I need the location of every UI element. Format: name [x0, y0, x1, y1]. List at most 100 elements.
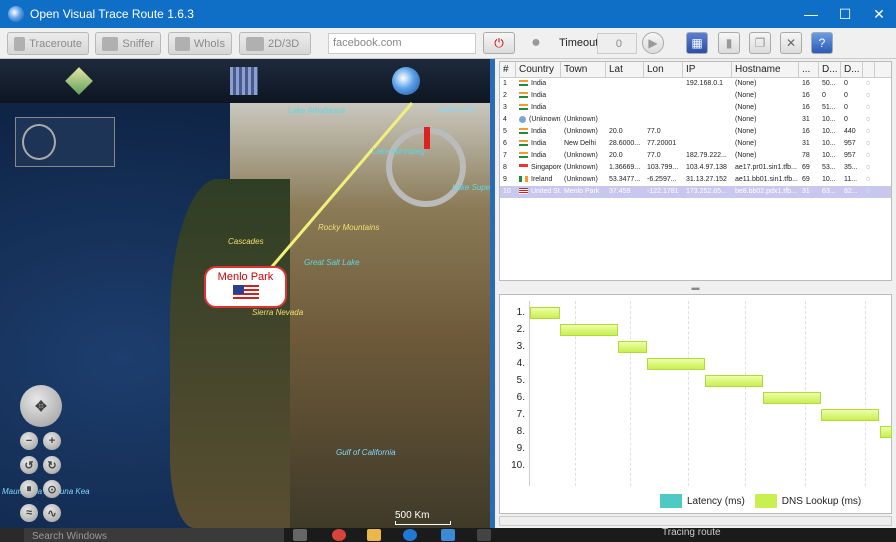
- horizontal-scrollbar[interactable]: [499, 516, 892, 526]
- column-header[interactable]: D...: [841, 62, 863, 77]
- traceroute-button[interactable]: Traceroute: [7, 32, 89, 55]
- sniffer-button[interactable]: Sniffer: [95, 32, 161, 55]
- clear-button[interactable]: ▮: [718, 32, 740, 54]
- info-icon[interactable]: ◌: [863, 186, 875, 198]
- timeout-spinner[interactable]: 0: [597, 33, 637, 54]
- table-row[interactable]: 7 India (Unknown) 20.0 77.0 182.79.222... (Non…: [500, 150, 891, 162]
- table-header: # Country Town Lat Lon IP Hostname... D... D...: [500, 62, 891, 78]
- table-row[interactable]: 1 India 192.168.0.1 (None) 16 50... 0 ◌: [500, 78, 891, 90]
- maximize-button[interactable]: ☐: [828, 0, 862, 28]
- start-button[interactable]: [0, 528, 24, 542]
- info-icon[interactable]: ◌: [863, 78, 875, 90]
- column-header[interactable]: Hostname: [732, 62, 799, 77]
- panel-splitter[interactable]: ▬: [499, 283, 892, 292]
- info-icon[interactable]: ◌: [863, 114, 875, 126]
- map-label: Gulf of California: [336, 448, 396, 457]
- map-view[interactable]: Lake Athabasca Lake Winnipeg Lake Supe G…: [0, 59, 490, 528]
- minimap[interactable]: [15, 117, 115, 167]
- column-header[interactable]: D...: [819, 62, 841, 77]
- table-cell: [683, 138, 732, 150]
- close-button[interactable]: ✕: [862, 0, 896, 28]
- map-label: Gulf of Ca: [438, 105, 475, 114]
- table-cell: [561, 102, 606, 114]
- table-cell: [561, 78, 606, 90]
- table-row[interactable]: 2 India (None) 16 0 0 ◌: [500, 90, 891, 102]
- table-row[interactable]: 6 India New Delhi 28.6000... 77.20001 (None) 3…: [500, 138, 891, 150]
- chrome-icon[interactable]: [332, 529, 346, 541]
- 2d-3d-toggle-button[interactable]: 2D/3D: [239, 32, 311, 55]
- column-header[interactable]: ...: [799, 62, 819, 77]
- info-icon[interactable]: ◌: [863, 162, 875, 174]
- rotate-left-button[interactable]: ↺: [20, 456, 38, 474]
- terminal-icon[interactable]: [477, 529, 491, 541]
- table-row[interactable]: 5 India (Unknown) 20.0 77.0 (None) 16 10... 440 ◌: [500, 126, 891, 138]
- column-header[interactable]: #: [500, 62, 516, 77]
- whois-icon: [175, 36, 190, 51]
- table-row[interactable]: 4 (Unknown) (Unknown) (None) 31 10... 0 ◌: [500, 114, 891, 126]
- rotate-left-icon: ↺: [24, 459, 34, 472]
- app-globe-icon: [8, 6, 24, 22]
- reset-button[interactable]: ⊙: [43, 480, 61, 498]
- table-cell: (None): [735, 128, 757, 135]
- route-table[interactable]: # Country Town Lat Lon IP Hostname... D... D... …: [499, 61, 892, 281]
- play-button[interactable]: ▶: [642, 32, 664, 54]
- map-label: Rocky Mountains: [318, 223, 380, 232]
- table-cell: Ireland: [516, 174, 561, 186]
- table-row[interactable]: 10 United St...Menlo Park 37.459 -122.1781 1…: [500, 186, 891, 198]
- folder-icon[interactable]: [367, 529, 381, 541]
- compass-icon[interactable]: [386, 127, 466, 207]
- app-icon[interactable]: [441, 529, 455, 541]
- minus-icon: −: [25, 435, 33, 447]
- title-bar: Open Visual Trace Route 1.6.3 — ☐ ✕: [0, 0, 896, 28]
- pan-control[interactable]: ✥: [20, 385, 62, 427]
- stop-power-button[interactable]: ⏻: [483, 32, 515, 54]
- timeout-label: Timeout: [559, 37, 599, 49]
- table-cell: [606, 90, 644, 102]
- table-cell: 0: [844, 104, 848, 111]
- task-view-icon[interactable]: [293, 529, 307, 541]
- url-input[interactable]: facebook.com: [328, 33, 476, 54]
- info-icon[interactable]: ◌: [863, 126, 875, 138]
- table-cell: 9: [503, 176, 507, 183]
- info-icon[interactable]: ◌: [863, 102, 875, 114]
- column-header[interactable]: Country: [516, 62, 561, 77]
- sg-flag-icon: [519, 164, 528, 171]
- flatten-button[interactable]: ≈: [20, 504, 38, 522]
- us-flag-icon: [232, 285, 259, 301]
- grid-line: [745, 301, 746, 486]
- chart-view-button[interactable]: ▦: [686, 32, 708, 54]
- chart-icon: ▦: [691, 36, 703, 50]
- country-text: United St...: [531, 188, 561, 195]
- column-header[interactable]: IP: [683, 62, 732, 77]
- table-row[interactable]: 3 India (None) 16 51... 0 ◌: [500, 102, 891, 114]
- info-icon[interactable]: ◌: [863, 138, 875, 150]
- minimize-button[interactable]: —: [794, 0, 828, 28]
- table-cell: 1: [503, 80, 507, 87]
- column-header[interactable]: [863, 62, 875, 77]
- table-row[interactable]: 8 Singapore (Unknown) 1.36669... 103.799... 1…: [500, 162, 891, 174]
- settings-button[interactable]: ✕: [780, 32, 802, 54]
- help-button[interactable]: ?: [811, 32, 833, 54]
- info-icon[interactable]: ◌: [863, 174, 875, 186]
- info-icon[interactable]: ◌: [863, 150, 875, 162]
- table-row[interactable]: 9 Ireland (Unknown) 53.3477... -6.2597... 31.…: [500, 174, 891, 186]
- country-text: India: [531, 128, 547, 135]
- menlo-park-marker[interactable]: Menlo Park: [204, 266, 287, 308]
- taskbar-search[interactable]: Search Windows: [24, 528, 284, 542]
- country-text: India: [531, 80, 547, 87]
- terrain-button[interactable]: ∿: [43, 504, 61, 522]
- whois-button[interactable]: WhoIs: [168, 32, 232, 55]
- rotate-right-button[interactable]: ↻: [43, 456, 61, 474]
- gantt-row-label: 6.: [516, 392, 525, 403]
- column-header[interactable]: Lat: [606, 62, 644, 77]
- copy-button[interactable]: ❐: [749, 32, 771, 54]
- zoom-out-button[interactable]: −: [20, 432, 38, 450]
- column-header[interactable]: Lon: [644, 62, 683, 77]
- tilt-button[interactable]: ⏸: [20, 480, 38, 498]
- column-header[interactable]: Town: [561, 62, 606, 77]
- info-icon[interactable]: ◌: [863, 90, 875, 102]
- zoom-in-button[interactable]: +: [43, 432, 61, 450]
- edge-icon[interactable]: [403, 529, 417, 541]
- map-label: Lake Winnipeg: [372, 147, 425, 156]
- pan-arrows-icon: ✥: [35, 397, 47, 414]
